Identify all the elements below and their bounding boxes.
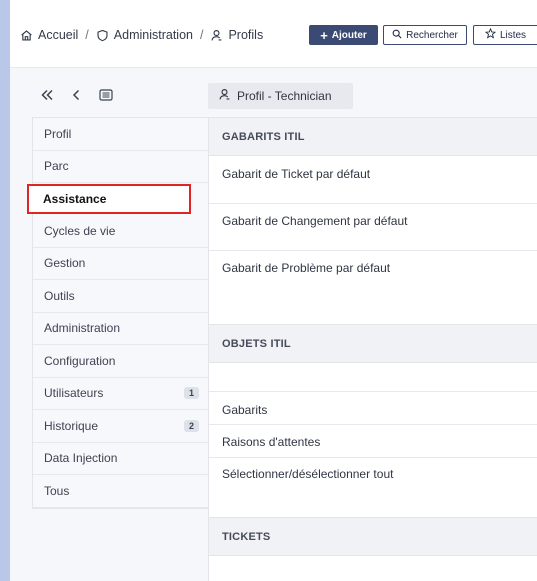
change-template-label: Gabarit de Changement par défaut xyxy=(222,214,408,228)
profile-sidebar: Profil Parc Assistance Cycles de vie Gestion… xyxy=(27,117,208,509)
sidebar-item-label: Cycles de vie xyxy=(44,223,116,238)
user-profile-icon xyxy=(210,29,223,42)
profile-tab[interactable]: Profil - Technician xyxy=(208,83,353,109)
sidebar-item-data-injection[interactable]: Data Injection xyxy=(33,443,208,475)
divider xyxy=(209,250,537,251)
sidebar-item-parc[interactable]: Parc xyxy=(33,151,208,183)
breadcrumb-profiles[interactable]: Profils xyxy=(228,28,263,42)
sidebar-item-cycles-de-vie[interactable]: Cycles de vie xyxy=(33,215,208,248)
search-button[interactable]: Rechercher xyxy=(383,25,467,45)
app-frame: Accueil / Administration / Profils + Ajo… xyxy=(10,0,537,581)
breadcrumb-administration[interactable]: Administration xyxy=(114,28,193,42)
navigation-controls xyxy=(40,86,113,106)
plus-icon: + xyxy=(320,27,328,43)
templates-label: Gabarits xyxy=(222,403,268,417)
lists-button[interactable]: Listes xyxy=(473,25,537,45)
breadcrumb-home[interactable]: Accueil xyxy=(38,28,78,42)
sidebar-item-label: Utilisateurs xyxy=(44,386,104,401)
count-badge: 2 xyxy=(183,419,199,432)
sidebar-item-utilisateurs[interactable]: Utilisateurs 1 xyxy=(33,378,208,410)
problem-template-label: Gabarit de Problème par défaut xyxy=(222,261,391,275)
add-button-label: Ajouter xyxy=(331,29,367,41)
add-button[interactable]: + Ajouter xyxy=(309,25,378,45)
sidebar-item-profil[interactable]: Profil xyxy=(33,118,208,151)
section-header-itil-templates: GABARITS ITIL xyxy=(209,117,537,156)
sidebar-item-label: Parc xyxy=(44,159,69,174)
sidebar-item-label: Data Injection xyxy=(44,451,118,466)
count-badge: 1 xyxy=(183,387,199,400)
sidebar-item-administration[interactable]: Administration xyxy=(33,313,208,345)
sidebar-item-label: Configuration xyxy=(44,353,116,368)
sidebar-item-label: Assistance xyxy=(43,192,107,206)
sidebar-item-historique[interactable]: Historique 2 xyxy=(33,410,208,443)
divider xyxy=(209,391,537,392)
home-icon xyxy=(20,29,33,42)
sidebar-item-label: Tous xyxy=(44,483,70,498)
sidebar-item-label: Historique xyxy=(44,418,99,433)
search-icon xyxy=(392,29,402,42)
sidebar-item-outils[interactable]: Outils xyxy=(33,280,208,313)
sidebar-item-assistance[interactable]: Assistance xyxy=(27,184,191,214)
profile-tab-label: Profil - Technician xyxy=(237,89,332,103)
select-all-toggle[interactable]: Sélectionner/désélectionner tout xyxy=(209,467,537,481)
lists-button-label: Listes xyxy=(499,29,527,41)
shield-icon xyxy=(96,29,109,42)
breadcrumb-separator: / xyxy=(199,28,204,42)
chevron-left-icon[interactable] xyxy=(72,89,81,104)
sidebar-item-label: Administration xyxy=(44,321,121,336)
star-icon xyxy=(484,27,497,42)
sidebar-item-gestion[interactable]: Gestion xyxy=(33,248,208,280)
sidebar-item-label: Profil xyxy=(44,126,72,141)
main-panel: GABARITS ITIL Gabarit de Ticket par défa… xyxy=(208,117,537,581)
breadcrumb-separator: / xyxy=(85,28,89,42)
user-profile-icon xyxy=(218,88,231,104)
pending-reasons-label: Raisons d'attentes xyxy=(222,435,321,449)
search-button-label: Rechercher xyxy=(406,29,458,41)
top-bar: Accueil / Administration / Profils + Ajo… xyxy=(10,0,537,68)
list-view-icon[interactable] xyxy=(99,88,113,104)
section-header-tickets: TICKETS xyxy=(209,517,537,556)
sidebar-item-label: Outils xyxy=(44,288,75,303)
breadcrumb: Accueil / Administration / Profils xyxy=(20,26,263,44)
sidebar-item-configuration[interactable]: Configuration xyxy=(33,345,208,378)
sidebar-item-label: Gestion xyxy=(44,256,86,271)
section-header-itil-objects: OBJETS ITIL xyxy=(209,324,537,363)
divider xyxy=(209,203,537,204)
sidebar-item-tous[interactable]: Tous xyxy=(33,475,208,508)
divider xyxy=(209,424,537,425)
double-chevron-left-icon[interactable] xyxy=(40,89,54,104)
ticket-template-label: Gabarit de Ticket par défaut xyxy=(222,167,371,181)
divider xyxy=(209,457,537,458)
